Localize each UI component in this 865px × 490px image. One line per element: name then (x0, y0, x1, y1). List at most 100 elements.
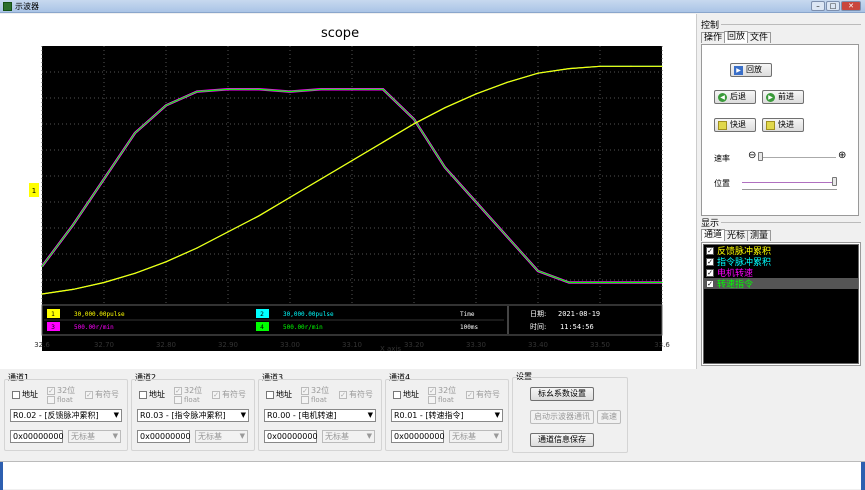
tab-measure[interactable]: 测量 (747, 230, 772, 241)
series-1-point (630, 65, 632, 67)
channel-1-scale-value: 无标基 (71, 432, 95, 441)
series-4-point (103, 178, 105, 180)
channel-2-addr-checkbox[interactable]: 地址 (139, 389, 165, 400)
save-channel-info-button[interactable]: 通道信息保存 (530, 433, 594, 447)
channel-4-scale-select[interactable]: 无标基 ▼ (449, 430, 502, 443)
channel-4-float-checkbox[interactable]: float (428, 396, 454, 404)
channel-marker[interactable]: 1 (29, 183, 39, 197)
chevron-down-icon: ▼ (494, 411, 500, 419)
channel-3-signed-checkbox[interactable]: ✓ 有符号 (339, 389, 373, 400)
channel-2-checkbox[interactable]: ✓ (706, 257, 714, 266)
speed-slider-thumb[interactable] (758, 152, 763, 161)
window-controls: – □ ✕ (811, 1, 861, 11)
series-4-point (320, 88, 322, 90)
channel-3-select[interactable]: R0.00 - [电机转速] ▼ (264, 409, 376, 422)
tab-file[interactable]: 文件 (747, 32, 772, 43)
channel-1-checkbox[interactable]: ✓ (706, 246, 714, 255)
replay-button[interactable]: ▶ 回放 (730, 63, 772, 77)
channel-3-32bit-label: 32位 (311, 386, 330, 395)
channel-3-32bit-checkbox[interactable]: ✓ 32位 (301, 385, 329, 396)
date-label: 日期: (530, 310, 546, 318)
back-button[interactable]: ◀ 后退 (714, 90, 756, 104)
display-group-line (721, 222, 861, 223)
scope-plot[interactable]: 32.6 32.70 32.80 32.90 33.00 33.10 33.20 33.30 3… (0, 14, 697, 369)
chevron-down-icon: ▼ (113, 411, 119, 419)
tab-cursor[interactable]: 光标 (724, 230, 749, 241)
coef-settings-button[interactable]: 标幺系数设置 (530, 387, 594, 401)
channel-3-float-checkbox[interactable]: float (301, 396, 327, 404)
tab-replay[interactable]: 回放 (724, 31, 749, 43)
fast-back-button[interactable]: 快退 (714, 118, 756, 132)
channel-4-32bit-checkbox[interactable]: ✓ 32位 (428, 385, 456, 396)
list-item-selected[interactable]: ✓ 转速指令 (704, 278, 858, 290)
minimize-button[interactable]: – (811, 1, 825, 11)
channel-3-checkbox[interactable]: ✓ (706, 268, 714, 277)
readout-num-3-text: 3 (51, 324, 55, 331)
channel-4-hex-input[interactable]: 0x00000000 (391, 430, 445, 443)
channel-2-select-value: R0.03 - [指令脉冲累积] (140, 411, 226, 420)
channel-2-32bit-checkbox[interactable]: ✓ 32位 (174, 385, 202, 396)
chevron-down-icon: ▼ (240, 411, 246, 419)
position-slider-thumb[interactable] (832, 177, 837, 186)
series-4-point (630, 281, 632, 284)
speed-minus-icon[interactable]: ⊖ (748, 150, 756, 161)
start-comm-button[interactable]: 启动示波器通讯 (530, 410, 594, 424)
channel-3-scale-select[interactable]: 无标基 ▼ (322, 430, 375, 443)
channel-2-select[interactable]: R0.03 - [指令脉冲累积] ▼ (137, 409, 249, 422)
fast-forward-button[interactable]: 快进 (762, 118, 804, 132)
channel-4-checkbox[interactable]: ✓ (706, 279, 714, 288)
series-1-point (506, 81, 508, 83)
channel-1-hex-input[interactable]: 0x00000000 (10, 430, 64, 443)
channel-2-scale-select[interactable]: 无标基 ▼ (195, 430, 248, 443)
forward-button-label: 前进 (778, 92, 794, 101)
close-button[interactable]: ✕ (841, 1, 861, 11)
position-slider-track[interactable] (742, 182, 837, 183)
tab-operation[interactable]: 操作 (701, 32, 726, 43)
forward-button[interactable]: ▶ 前进 (762, 90, 804, 104)
tab-channel[interactable]: 通道 (701, 229, 726, 241)
series-1-point (134, 272, 136, 274)
channel-1-addr-checkbox[interactable]: 地址 (12, 389, 38, 400)
display-tabs: 通道 光标 测量 (701, 229, 772, 241)
readout-num-2-text: 2 (260, 311, 264, 318)
channel-3-addr-checkbox[interactable]: 地址 (266, 389, 292, 400)
readout-num-1-text: 1 (51, 311, 55, 318)
time-label: Time (460, 311, 475, 318)
channel-3-hex-input[interactable]: 0x00000000 (264, 430, 318, 443)
channel-1-select-value: R0.02 - [反馈脉冲累积] (13, 411, 99, 420)
display-group-title: 显示 (701, 219, 720, 229)
channel-2-hex-input[interactable]: 0x00000000 (137, 430, 191, 443)
back-icon: ◀ (718, 92, 727, 102)
channel-3-float-label: float (311, 396, 327, 404)
channel-3-select-value: R0.00 - [电机转速] (267, 411, 337, 420)
series-4-point (289, 91, 291, 93)
channel-1-addr-label: 地址 (22, 390, 38, 399)
speed-slider-track[interactable] (760, 157, 836, 158)
series-4-point (599, 281, 601, 284)
channel-4-addr-checkbox[interactable]: 地址 (393, 389, 419, 400)
channel-1-32bit-checkbox[interactable]: ✓ 32位 (47, 385, 75, 396)
channel-1-float-label: float (57, 396, 73, 404)
readout-value-3: 500.00r/min (74, 324, 114, 331)
channel-4-float-label: float (438, 396, 454, 404)
channel-1-scale-select[interactable]: 无标基 ▼ (68, 430, 121, 443)
series-4-point (196, 91, 198, 93)
channel-1-signed-checkbox[interactable]: ✓ 有符号 (85, 389, 119, 400)
channel-2-float-checkbox[interactable]: float (174, 396, 200, 404)
channel-2-scale-value: 无标基 (198, 432, 222, 441)
channel-4-signed-checkbox[interactable]: ✓ 有符号 (466, 389, 500, 400)
speed-plus-icon[interactable]: ⊕ (838, 150, 846, 161)
channel-1-select[interactable]: R0.02 - [反馈脉冲累积] ▼ (10, 409, 122, 422)
play-icon: ▶ (734, 65, 743, 75)
series-1-point (165, 261, 167, 263)
forward-icon: ▶ (766, 92, 775, 102)
channel-1-signed-label: 有符号 (95, 390, 119, 399)
channel-1-float-checkbox[interactable]: float (47, 396, 73, 404)
channel-2-signed-checkbox[interactable]: ✓ 有符号 (212, 389, 246, 400)
channel-4-select[interactable]: R0.01 - [转速指令] ▼ (391, 409, 503, 422)
channel-3-addr-label: 地址 (276, 390, 292, 399)
series-4-point (413, 118, 415, 120)
hispeed-button[interactable]: 高速 (597, 410, 621, 424)
x-tick-label: 33.20 (404, 341, 424, 349)
maximize-button[interactable]: □ (826, 1, 840, 11)
